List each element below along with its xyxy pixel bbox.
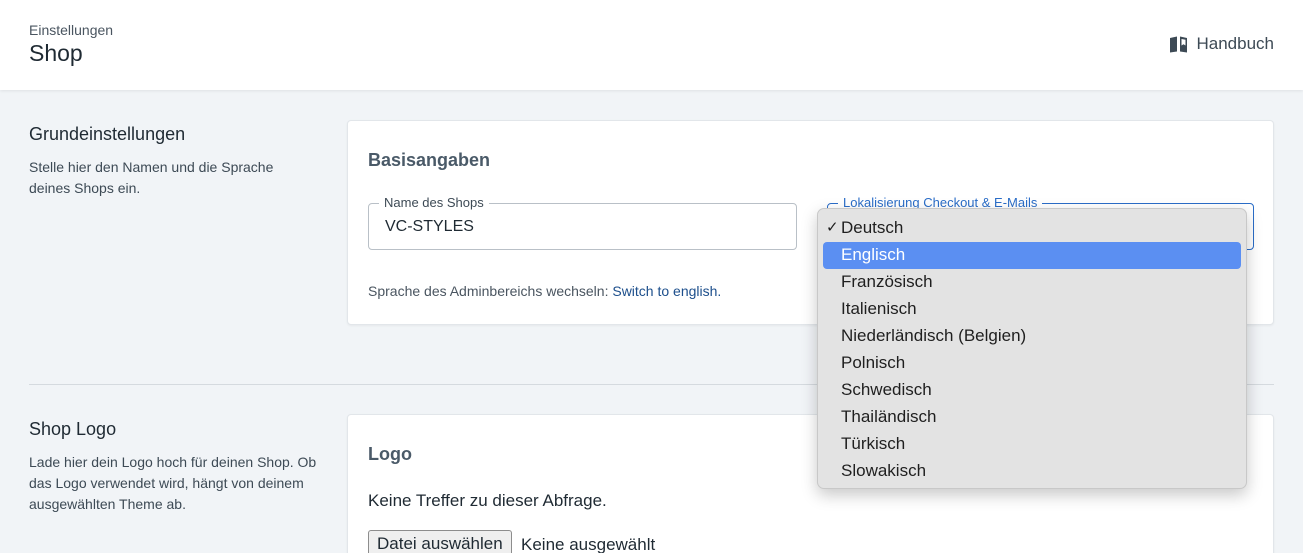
- dropdown-option[interactable]: Englisch: [823, 242, 1241, 269]
- section-desc-basic: Stelle hier den Namen und die Sprache de…: [29, 159, 274, 196]
- breadcrumb[interactable]: Einstellungen: [29, 22, 113, 38]
- checkmark-icon: ✓: [826, 219, 839, 236]
- language-dropdown-menu[interactable]: ✓ Deutsch Englisch Französisch Italienis…: [817, 208, 1247, 489]
- manual-label: Handbuch: [1196, 34, 1274, 53]
- card-title-basic: Basisangaben: [368, 150, 491, 170]
- section-title-basic: Grundeinstellungen: [29, 124, 186, 144]
- admin-language-label: Sprache des Adminbereichs wechseln:: [368, 283, 609, 299]
- file-status-text: Keine ausgewählt: [521, 535, 656, 553]
- dropdown-option[interactable]: Schwedisch: [823, 377, 1241, 404]
- admin-language-text: Sprache des Adminbereichs wechseln: Swit…: [368, 283, 721, 299]
- page-title: Shop: [29, 40, 83, 66]
- section-desc-logo: Lade hier dein Logo hoch für deinen Shop…: [29, 454, 317, 512]
- choose-file-button[interactable]: Datei auswählen: [368, 530, 512, 553]
- no-results-text: Keine Treffer zu dieser Abfrage.: [368, 491, 607, 510]
- dropdown-option[interactable]: Italienisch: [823, 296, 1241, 323]
- dropdown-option[interactable]: Thailändisch: [823, 404, 1241, 431]
- dropdown-option[interactable]: Türkisch: [823, 431, 1241, 458]
- dropdown-option[interactable]: Niederländisch (Belgien): [823, 323, 1241, 350]
- top-bar: Einstellungen Shop Handbuch: [0, 0, 1303, 90]
- dropdown-option[interactable]: Polnisch: [823, 350, 1241, 377]
- switch-language-link[interactable]: Switch to english.: [612, 283, 721, 299]
- manual-link[interactable]: Handbuch: [1169, 34, 1274, 54]
- shop-name-label: Name des Shops: [379, 195, 489, 210]
- dropdown-option[interactable]: Französisch: [823, 269, 1241, 296]
- section-title-logo: Shop Logo: [29, 419, 117, 439]
- book-icon: [1170, 36, 1188, 52]
- shop-name-field[interactable]: Name des Shops VC-STYLES: [368, 195, 797, 250]
- shop-name-value[interactable]: VC-STYLES: [385, 218, 474, 236]
- card-title-logo: Logo: [368, 444, 412, 464]
- dropdown-option[interactable]: ✓ Deutsch: [823, 215, 1241, 242]
- dropdown-option[interactable]: Slowakisch: [823, 458, 1241, 485]
